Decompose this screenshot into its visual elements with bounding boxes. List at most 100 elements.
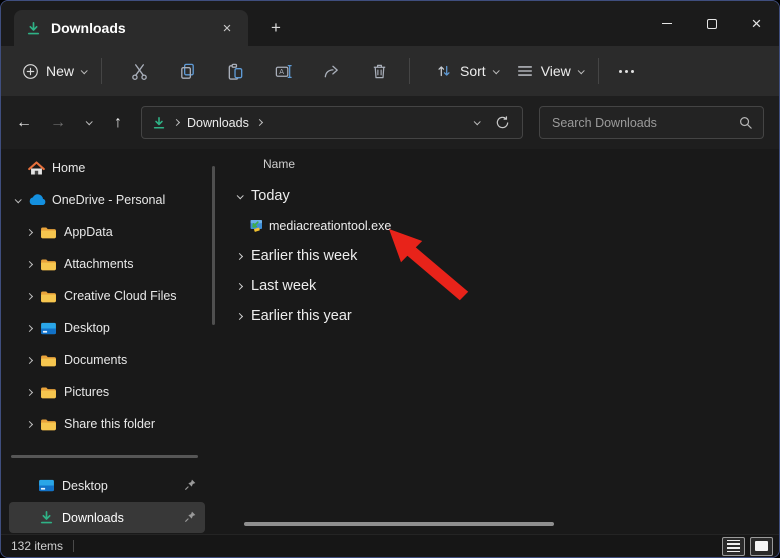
sidebar-item-attachments[interactable]: Attachments [1, 248, 211, 280]
chevron-right-icon [236, 312, 243, 319]
group-header-earlier-this-week[interactable]: Earlier this week [219, 241, 779, 271]
share-button[interactable] [307, 53, 355, 89]
folder-icon [39, 418, 58, 431]
new-button-label: New [46, 63, 74, 79]
search-icon [738, 115, 753, 130]
sidebar-item-desktop[interactable]: Desktop [1, 312, 211, 344]
more-options-button[interactable] [605, 70, 648, 73]
mediacreationtool-icon [247, 218, 263, 234]
back-button[interactable]: ← [7, 106, 41, 140]
search-box[interactable] [539, 106, 764, 139]
minimize-button[interactable] [644, 1, 689, 46]
sidebar-item-label: Documents [64, 353, 127, 367]
paste-button[interactable] [211, 53, 259, 89]
sort-arrows-icon [435, 62, 453, 80]
toolbar-divider [598, 58, 599, 84]
group-header-last-week[interactable]: Last week [219, 271, 779, 301]
recent-locations-button[interactable] [75, 106, 101, 140]
tab-close-button[interactable]: × [216, 17, 238, 39]
close-button[interactable]: × [734, 1, 779, 46]
chevron-right-icon[interactable] [25, 388, 32, 395]
command-bar: New A [1, 46, 779, 96]
column-header-name[interactable]: Name [219, 149, 779, 179]
forward-button[interactable]: → [41, 106, 75, 140]
group-label: Today [251, 188, 290, 204]
file-list-pane: Name Today mediacreationtool.exe Earlier… [219, 149, 779, 534]
sidebar-item-label: Attachments [64, 257, 133, 271]
sort-button-label: Sort [460, 63, 486, 79]
new-button[interactable]: New [13, 53, 95, 89]
toolbar-divider [101, 58, 102, 84]
chevron-right-icon[interactable] [25, 228, 32, 235]
details-view-icon [727, 540, 740, 552]
sidebar-item-label: Share this folder [64, 417, 155, 431]
details-view-toggle[interactable] [722, 537, 745, 556]
sidebar-item-label: Creative Cloud Files [64, 289, 177, 303]
up-button[interactable]: ↑ [101, 106, 135, 140]
group-header-today[interactable]: Today [219, 181, 779, 211]
maximize-button[interactable] [689, 1, 734, 46]
breadcrumb-downloads[interactable]: Downloads [187, 116, 249, 130]
breadcrumb-chevron-icon [256, 119, 263, 126]
sidebar-item-label: Pictures [64, 385, 109, 399]
chevron-down-icon [577, 67, 584, 74]
delete-button[interactable] [355, 53, 403, 89]
chevron-right-icon[interactable] [25, 356, 32, 363]
rename-button[interactable]: A [259, 53, 307, 89]
thumbnail-view-icon [755, 541, 768, 551]
chevron-right-icon [236, 282, 243, 289]
sort-button[interactable]: Sort [426, 53, 507, 89]
content-horizontal-scrollbar[interactable] [244, 522, 554, 526]
address-bar[interactable]: Downloads [141, 106, 523, 139]
sidebar-horizontal-scrollbar[interactable] [11, 455, 198, 458]
file-explorer-window: Downloads × + × New [0, 0, 780, 558]
maximize-icon [707, 19, 717, 29]
chevron-right-icon[interactable] [25, 292, 32, 299]
desktop-icon [37, 479, 56, 492]
chevron-right-icon[interactable] [25, 324, 32, 331]
file-row-mediacreationtool[interactable]: mediacreationtool.exe [219, 211, 779, 241]
cut-button[interactable] [115, 53, 163, 89]
sidebar-item-appdata[interactable]: AppData [1, 216, 211, 248]
sidebar-item-label: Downloads [62, 511, 124, 525]
sidebar-item-documents[interactable]: Documents [1, 344, 211, 376]
circled-plus-icon [22, 63, 39, 80]
rename-icon: A [274, 62, 293, 81]
chevron-right-icon [236, 252, 243, 259]
copy-icon [178, 62, 197, 81]
tab-downloads[interactable]: Downloads × [14, 10, 248, 46]
onedrive-cloud-icon [27, 194, 46, 206]
status-bar: 132 items [1, 534, 779, 557]
folder-icon [39, 386, 58, 399]
refresh-button[interactable] [495, 115, 510, 130]
sidebar-item-home[interactable]: Home [1, 152, 211, 184]
sidebar-item-onedrive[interactable]: OneDrive - Personal [1, 184, 211, 216]
group-header-earlier-this-year[interactable]: Earlier this year [219, 301, 779, 331]
sidebar-item-share-this-folder[interactable]: Share this folder [1, 408, 211, 440]
share-icon [322, 62, 341, 81]
sidebar-vertical-scrollbar[interactable] [212, 166, 215, 325]
tab-title: Downloads [51, 20, 216, 36]
sidebar-item-pictures[interactable]: Pictures [1, 376, 211, 408]
chevron-right-icon[interactable] [25, 420, 32, 427]
large-thumbnails-toggle[interactable] [750, 537, 773, 556]
search-input[interactable] [552, 116, 738, 130]
sidebar-item-downloads-pinned[interactable]: Downloads [9, 502, 205, 533]
folder-icon [39, 290, 58, 303]
navigation-bar: ← → ↑ Downloads [1, 96, 779, 149]
downloads-icon [37, 510, 56, 525]
paste-icon [226, 62, 245, 81]
view-lines-icon [516, 62, 534, 80]
address-dropdown-chevron-icon[interactable] [474, 118, 481, 125]
sidebar-item-label: OneDrive - Personal [52, 193, 165, 207]
chevron-down-icon[interactable] [14, 196, 21, 203]
chevron-down-icon [492, 67, 499, 74]
view-button[interactable]: View [507, 53, 592, 89]
group-label: Last week [251, 278, 316, 294]
downloads-icon [152, 116, 166, 130]
chevron-right-icon[interactable] [25, 260, 32, 267]
new-tab-button[interactable]: + [261, 14, 291, 42]
copy-button[interactable] [163, 53, 211, 89]
sidebar-item-creative-cloud-files[interactable]: Creative Cloud Files [1, 280, 211, 312]
sidebar-item-desktop-pinned[interactable]: Desktop [9, 470, 205, 501]
